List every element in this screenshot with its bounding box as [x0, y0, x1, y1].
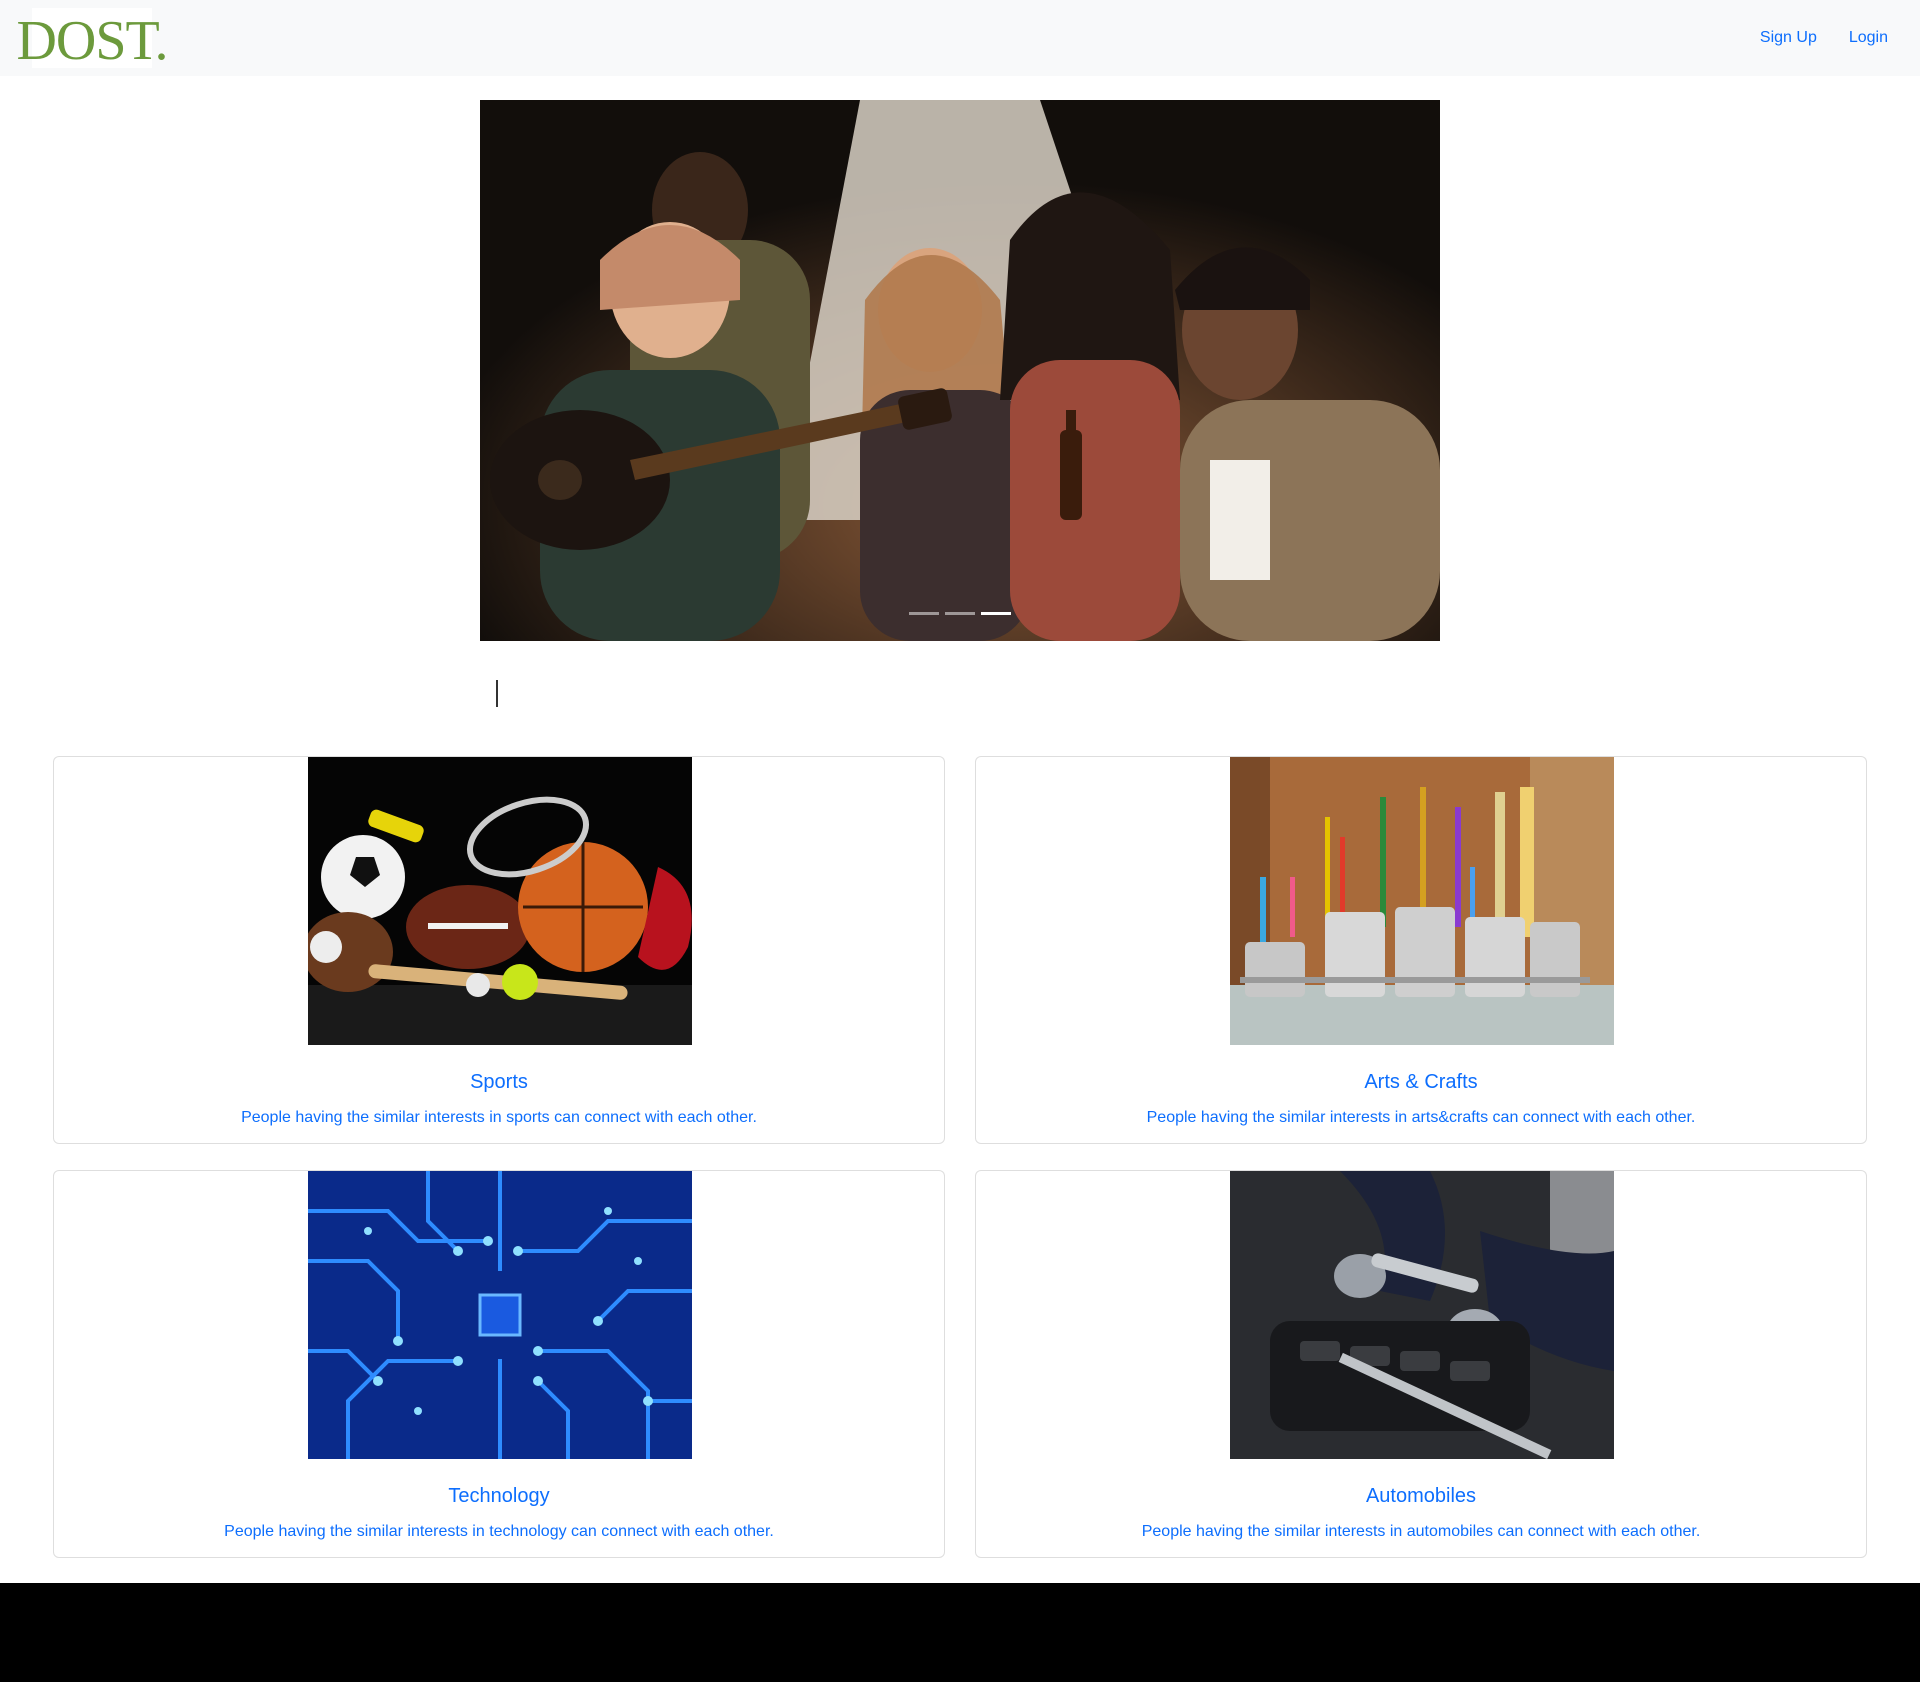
category-description: People having the similar interests in t… [224, 1523, 774, 1540]
category-card-arts-crafts[interactable]: Arts & Crafts People having the similar … [975, 756, 1867, 1144]
login-link[interactable]: Login [1849, 29, 1888, 47]
category-image [308, 757, 692, 1045]
hero-carousel[interactable] [480, 100, 1440, 641]
nav-links: Sign Up Login [1760, 0, 1888, 76]
footer [0, 1583, 1920, 1682]
category-title: Arts & Crafts [1364, 1071, 1478, 1093]
carousel-indicator-1[interactable] [909, 612, 939, 615]
category-description: People having the similar interests in a… [1146, 1109, 1696, 1126]
category-image [1230, 1171, 1614, 1459]
typing-caret [496, 680, 498, 707]
category-card-automobiles[interactable]: Automobiles People having the similar in… [975, 1170, 1867, 1558]
category-image [1230, 757, 1614, 1045]
category-description: People having the similar interests in a… [1141, 1523, 1701, 1540]
car-engine-image [1230, 1171, 1614, 1459]
category-title: Automobiles [1365, 1485, 1477, 1507]
category-description: People having the similar interests in s… [241, 1109, 757, 1126]
category-card-sports[interactable]: Sports People having the similar interes… [53, 756, 945, 1144]
category-image [308, 1171, 692, 1459]
art-supplies-image [1230, 757, 1614, 1045]
category-title: Sports [470, 1071, 528, 1093]
sports-equipment-image [308, 757, 692, 1045]
category-card-technology[interactable]: Technology People having the similar int… [53, 1170, 945, 1558]
circuit-board-image [308, 1171, 692, 1459]
carousel-indicator-2[interactable] [945, 612, 975, 615]
friends-campfire-photo [480, 100, 1440, 641]
sign-up-link[interactable]: Sign Up [1760, 29, 1817, 47]
navbar: DOST. Sign Up Login [0, 0, 1920, 76]
brand-logo[interactable]: DOST. [16, 8, 169, 69]
carousel-indicator-3[interactable] [981, 612, 1011, 615]
category-title: Technology [448, 1485, 550, 1507]
carousel-indicators [480, 612, 1440, 615]
